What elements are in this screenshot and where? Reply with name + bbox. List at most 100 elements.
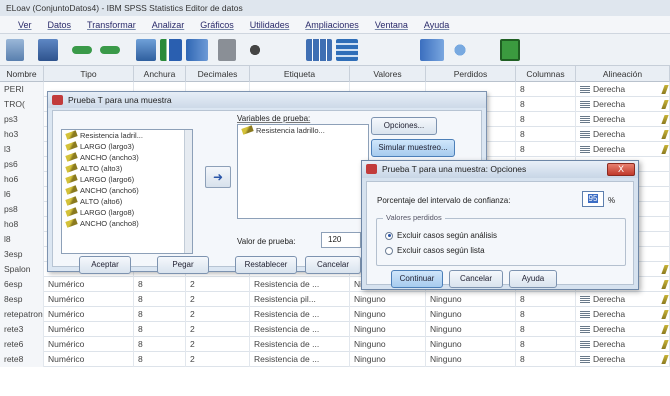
cell-etiqueta[interactable]: Resistencia pil... — [250, 292, 350, 307]
dialog-ttest-titlebar[interactable]: Prueba T para una muestra — [48, 92, 486, 108]
cell-tipo[interactable]: Numérico — [44, 352, 134, 367]
cell-columnas[interactable]: 8 — [516, 292, 576, 307]
cell-columnas[interactable]: 8 — [516, 127, 576, 142]
cell-tipo[interactable]: Numérico — [44, 292, 134, 307]
chart-icon[interactable] — [186, 39, 208, 61]
menu-ventana[interactable]: Ventana — [375, 20, 408, 30]
dialog-options-titlebar[interactable]: Prueba T para una muestra: Opciones X — [362, 161, 638, 178]
cell-alineacion[interactable]: Derecha — [576, 337, 670, 352]
cell-name[interactable]: 6esp — [0, 277, 44, 292]
source-var-item[interactable]: LARGO (largo3) — [62, 141, 192, 152]
cell-anchura[interactable]: 8 — [134, 322, 186, 337]
cell-perdidos[interactable]: Ninguno — [426, 337, 516, 352]
table-row[interactable]: 8esp Numérico 8 2 Resistencia pil... Ninguno N… — [0, 292, 670, 307]
move-variable-button[interactable]: ➜ — [205, 166, 231, 188]
cell-alineacion[interactable]: Derecha — [576, 127, 670, 142]
table-row[interactable]: retepatron Numérico 8 2 Resistencia de ... Ni… — [0, 307, 670, 322]
variables-icon[interactable] — [160, 39, 182, 61]
cell-alineacion[interactable]: Derecha — [576, 352, 670, 367]
cell-decimales[interactable]: 2 — [186, 277, 250, 292]
source-var-item[interactable]: Resistencia ladril... — [62, 130, 192, 141]
col-header-nombre[interactable]: Nombre — [0, 66, 44, 82]
cell-tipo[interactable]: Numérico — [44, 337, 134, 352]
cell-alineacion[interactable]: Derecha — [576, 112, 670, 127]
cell-name[interactable]: ho8 — [0, 217, 44, 232]
col-header-valores[interactable]: Valores — [350, 66, 426, 82]
cell-name[interactable]: ps8 — [0, 202, 44, 217]
goto-case-icon[interactable] — [136, 39, 156, 61]
radio-exclude-listwise[interactable]: Excluir casos según lista — [385, 246, 485, 255]
options-cancel-button[interactable]: Cancelar — [449, 270, 503, 288]
radio-exclude-analysis[interactable]: Excluir casos según análisis — [385, 231, 497, 240]
cell-etiqueta[interactable]: Resistencia de ... — [250, 352, 350, 367]
redo-icon[interactable] — [100, 46, 120, 54]
col-header-columnas[interactable]: Columnas — [516, 66, 576, 82]
cell-anchura[interactable]: 8 — [134, 292, 186, 307]
col-header-etiqueta[interactable]: Etiqueta — [250, 66, 350, 82]
cell-decimales[interactable]: 2 — [186, 337, 250, 352]
cell-name[interactable]: ho6 — [0, 172, 44, 187]
cell-columnas[interactable]: 8 — [516, 307, 576, 322]
source-var-item[interactable]: ALTO (alto3) — [62, 163, 192, 174]
source-var-item[interactable]: ALTO (alto6) — [62, 196, 192, 207]
source-variable-list[interactable]: Resistencia ladril... LARGO (largo3) ANC… — [61, 129, 193, 254]
menu-ver[interactable]: Ver — [18, 20, 32, 30]
source-var-item[interactable]: ANCHO (ancho8) — [62, 218, 192, 229]
cell-name[interactable]: rete8 — [0, 352, 44, 367]
cell-name[interactable]: rete3 — [0, 322, 44, 337]
cell-name[interactable]: ps3 — [0, 112, 44, 127]
cell-decimales[interactable]: 2 — [186, 307, 250, 322]
select-icon[interactable] — [420, 39, 444, 61]
cell-perdidos[interactable]: Ninguno — [426, 292, 516, 307]
cancel-button[interactable]: Cancelar — [305, 256, 361, 274]
cell-perdidos[interactable]: Ninguno — [426, 352, 516, 367]
cell-name[interactable]: Spalon — [0, 262, 44, 277]
test-var-item[interactable]: Resistencia ladrillo... — [238, 125, 368, 136]
menu-ayuda[interactable]: Ayuda — [424, 20, 449, 30]
menu-ampliaciones[interactable]: Ampliaciones — [305, 20, 359, 30]
weight-icon[interactable] — [336, 39, 358, 61]
cell-columnas[interactable]: 8 — [516, 352, 576, 367]
table-row[interactable]: rete6 Numérico 8 2 Resistencia de ... Ninguno… — [0, 337, 670, 352]
source-list-scrollbar[interactable] — [184, 130, 192, 253]
source-var-item[interactable]: ANCHO (ancho3) — [62, 152, 192, 163]
find-icon[interactable] — [246, 39, 264, 61]
run-icon[interactable] — [500, 39, 520, 61]
cell-alineacion[interactable]: Derecha — [576, 82, 670, 97]
cell-anchura[interactable]: 8 — [134, 307, 186, 322]
options-button[interactable]: Opciones... — [371, 117, 437, 135]
cell-valores[interactable]: Ninguno — [350, 352, 426, 367]
cell-tipo[interactable]: Numérico — [44, 277, 134, 292]
col-header-perdidos[interactable]: Perdidos — [426, 66, 516, 82]
cell-etiqueta[interactable]: Resistencia de ... — [250, 277, 350, 292]
cell-columnas[interactable]: 8 — [516, 337, 576, 352]
cell-alineacion[interactable]: Derecha — [576, 142, 670, 157]
undo-icon[interactable] — [72, 46, 92, 54]
cell-columnas[interactable]: 8 — [516, 322, 576, 337]
cell-etiqueta[interactable]: Resistencia de ... — [250, 337, 350, 352]
cell-name[interactable]: PERI — [0, 82, 44, 97]
cell-valores[interactable]: Ninguno — [350, 307, 426, 322]
cell-perdidos[interactable]: Ninguno — [426, 307, 516, 322]
cell-etiqueta[interactable]: Resistencia de ... — [250, 307, 350, 322]
close-button[interactable]: X — [607, 163, 635, 176]
cell-name[interactable]: l6 — [0, 187, 44, 202]
continue-button[interactable]: Continuar — [391, 270, 443, 288]
cell-name[interactable]: l3 — [0, 142, 44, 157]
cell-columnas[interactable]: 8 — [516, 97, 576, 112]
confidence-interval-input[interactable]: 95 — [582, 191, 604, 207]
col-header-anchura[interactable]: Anchura — [134, 66, 186, 82]
cell-alineacion[interactable]: Derecha — [576, 322, 670, 337]
cell-alineacion[interactable]: Derecha — [576, 97, 670, 112]
source-var-item[interactable]: LARGO (largo8) — [62, 207, 192, 218]
bootstrap-button[interactable]: Simular muestreo... — [371, 139, 455, 157]
cell-anchura[interactable]: 8 — [134, 277, 186, 292]
cell-decimales[interactable]: 2 — [186, 352, 250, 367]
help-button[interactable]: Ayuda — [509, 270, 557, 288]
split-icon[interactable] — [218, 39, 236, 61]
menu-utilidades[interactable]: Utilidades — [250, 20, 290, 30]
cell-name[interactable]: l8 — [0, 232, 44, 247]
cell-perdidos[interactable]: Ninguno — [426, 322, 516, 337]
value-labels-icon[interactable] — [306, 39, 332, 61]
cell-columnas[interactable]: 8 — [516, 82, 576, 97]
